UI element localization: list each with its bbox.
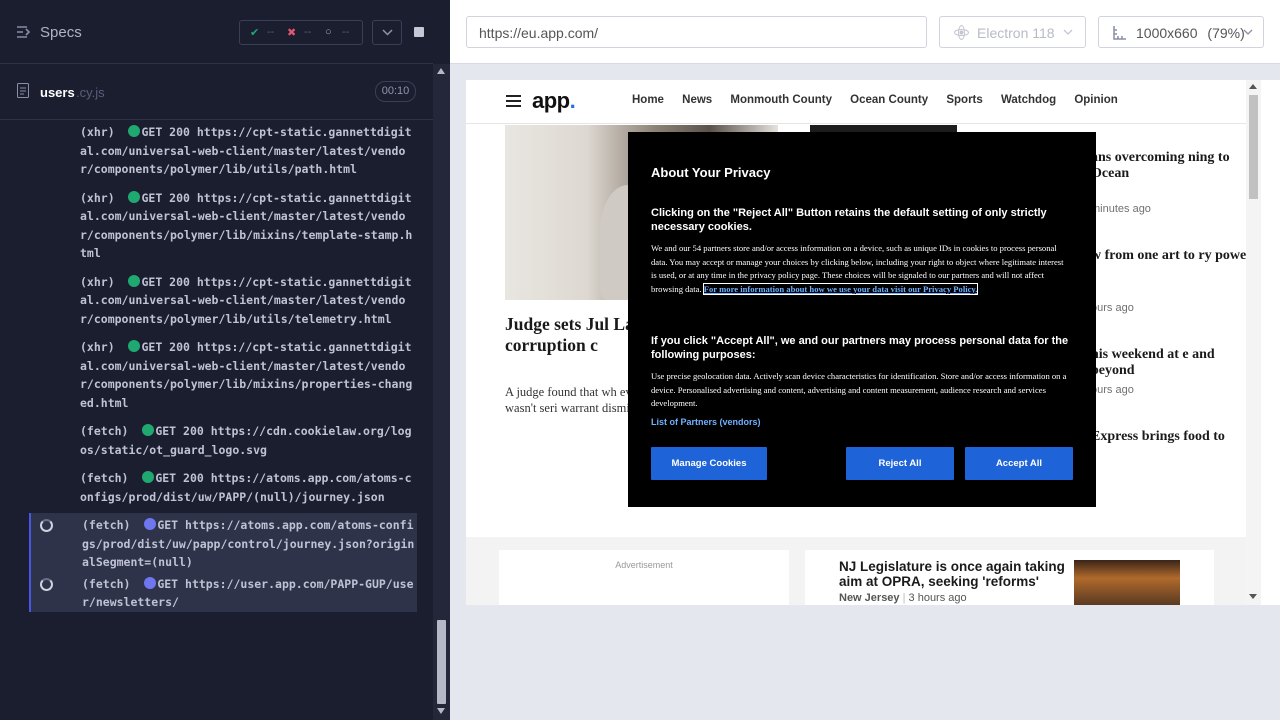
side-story-title[interactable]: his weekend at e and beyond: [1091, 347, 1261, 379]
status-dot-icon: [128, 274, 141, 287]
manage-cookies-button[interactable]: Manage Cookies: [651, 447, 767, 480]
chevron-down-icon: [382, 29, 393, 36]
story-card-image[interactable]: [1074, 560, 1180, 605]
scroll-down-arrow[interactable]: [1249, 594, 1257, 599]
url-bar[interactable]: https://eu.app.com/: [466, 16, 927, 48]
site-header: app. Home News Monmouth County Ocean Cou…: [466, 80, 1246, 124]
zoom-level: (79%): [1207, 25, 1245, 41]
options-dropdown-button[interactable]: [372, 20, 402, 45]
lower-section: Advertisement NJ Legislature is once aga…: [466, 537, 1246, 605]
status-dot-icon: [144, 576, 157, 589]
privacy-dialog-title: About Your Privacy: [651, 165, 771, 180]
command-log: (xhr) GET 200 https://cpt-static.gannett…: [29, 120, 417, 667]
cypress-runner-panel: Specs ✔ -- ✖ -- ○ -- users .cy.js 00:10 …: [0, 0, 450, 720]
failed-icon: ✖: [287, 27, 297, 39]
accept-all-button[interactable]: Accept All: [965, 447, 1073, 480]
reject-all-button[interactable]: Reject All: [846, 447, 954, 480]
privacy-purposes: Use precise geolocation data. Actively s…: [651, 371, 1067, 408]
privacy-policy-link[interactable]: For more information about how we use yo…: [702, 282, 979, 295]
vendors-link[interactable]: List of Partners (vendors): [651, 417, 761, 427]
spec-timer: 00:10: [375, 81, 416, 102]
failed-count: --: [304, 26, 312, 38]
command-log-entry[interactable]: (xhr) GET 200 https://cpt-static.gannett…: [29, 186, 417, 263]
story-card[interactable]: NJ Legislature is once again taking aim …: [805, 550, 1214, 605]
privacy-description: We and our 54 partners store and/or acce…: [651, 243, 1064, 295]
passed-count: --: [267, 26, 275, 38]
browser-name: Electron 118: [977, 25, 1055, 41]
stop-button[interactable]: [403, 20, 433, 45]
nav-home[interactable]: Home: [632, 94, 664, 106]
command-log-entry[interactable]: (xhr) GET 200 https://cpt-static.gannett…: [29, 120, 417, 179]
command-log-entry[interactable]: (fetch) GET https://user.app.com/PAPP-GU…: [29, 571, 417, 612]
preview-toolbar: https://eu.app.com/ Electron 118 1000x66…: [450, 0, 1280, 64]
spec-file-header: users .cy.js 00:10: [0, 64, 433, 120]
command-log-entry[interactable]: (xhr) GET 200 https://cpt-static.gannett…: [29, 270, 417, 329]
page-scrollbar-thumb[interactable]: [1249, 95, 1258, 199]
chevron-down-icon: [1063, 29, 1073, 35]
nav-monmouth-county[interactable]: Monmouth County: [730, 94, 832, 106]
pending-icon: ○: [325, 26, 332, 38]
run-stats: ✔ -- ✖ -- ○ --: [239, 20, 363, 45]
side-story-title[interactable]: ans overcoming ning to Ocean: [1091, 150, 1261, 182]
file-icon: [17, 83, 29, 98]
nav-sports[interactable]: Sports: [946, 94, 982, 106]
loading-spinner-icon: [40, 577, 53, 591]
stop-icon: [414, 27, 424, 37]
side-story-title[interactable]: w from one art to ry power: [1091, 248, 1261, 264]
privacy-reject-heading: Clicking on the "Reject All" Button reta…: [651, 207, 1047, 233]
spec-file-ext: .cy.js: [76, 85, 105, 100]
nav-watchdog[interactable]: Watchdog: [1001, 94, 1056, 106]
status-dot-icon: [142, 424, 155, 436]
nav-opinion[interactable]: Opinion: [1074, 94, 1117, 106]
viewport-size: 1000x660: [1136, 25, 1198, 41]
status-dot-icon: [128, 125, 141, 137]
story-card-title[interactable]: NJ Legislature is once again taking aim …: [839, 559, 1069, 589]
ruler-icon: [1113, 26, 1126, 40]
app-under-test-frame: app. Home News Monmouth County Ocean Cou…: [466, 80, 1280, 605]
runner-scrollbar-thumb[interactable]: [437, 620, 446, 704]
pending-count: --: [342, 26, 350, 38]
side-story-time: ours ago: [1091, 302, 1134, 314]
command-log-entry[interactable]: (fetch) GET 200 https://cdn.cookielaw.or…: [29, 419, 417, 459]
browser-selector[interactable]: Electron 118: [939, 16, 1086, 48]
command-log-entry[interactable]: (fetch) GET https://atoms.app.com/atoms-…: [29, 513, 417, 572]
electron-icon: [954, 25, 969, 40]
passed-icon: ✔: [250, 27, 260, 39]
viewport-selector[interactable]: 1000x660 (79%): [1098, 16, 1264, 48]
status-dot-icon: [128, 190, 141, 203]
specs-list-icon[interactable]: [17, 25, 31, 39]
status-dot-icon: [142, 471, 155, 483]
story-card-meta: New Jersey | 3 hours ago: [839, 592, 967, 604]
advertisement: Advertisement: [499, 550, 789, 605]
nav-ocean-county[interactable]: Ocean County: [850, 94, 928, 106]
nav-news[interactable]: News: [682, 94, 712, 106]
scroll-up-arrow[interactable]: [437, 68, 445, 74]
privacy-dialog: About Your Privacy Clicking on the "Reje…: [628, 132, 1096, 507]
scroll-down-arrow[interactable]: [437, 708, 445, 714]
hamburger-menu-icon[interactable]: [506, 95, 521, 107]
site-logo[interactable]: app.: [532, 88, 576, 114]
scroll-up-arrow[interactable]: [1249, 84, 1257, 89]
status-dot-icon: [144, 518, 157, 530]
loading-spinner-icon: [40, 519, 53, 532]
side-story-time: ours ago: [1091, 384, 1134, 396]
runner-header: Specs ✔ -- ✖ -- ○ --: [0, 0, 433, 64]
site-nav: Home News Monmouth County Ocean County S…: [632, 94, 1133, 106]
app-preview-panel: https://eu.app.com/ Electron 118 1000x66…: [450, 0, 1280, 720]
command-log-entry[interactable]: (xhr) GET 200 https://cpt-static.gannett…: [29, 335, 417, 412]
status-dot-icon: [128, 340, 141, 352]
specs-label[interactable]: Specs: [40, 24, 82, 41]
privacy-accept-heading: If you click "Accept All", we and our pa…: [651, 335, 1069, 361]
spec-file-name[interactable]: users: [40, 85, 75, 100]
side-story-time: minutes ago: [1091, 203, 1151, 215]
command-log-entry[interactable]: (fetch) GET 200 https://atoms.app.com/at…: [29, 466, 417, 506]
chevron-down-icon: [1243, 29, 1253, 35]
side-story-title[interactable]: Express brings food to: [1091, 429, 1261, 445]
